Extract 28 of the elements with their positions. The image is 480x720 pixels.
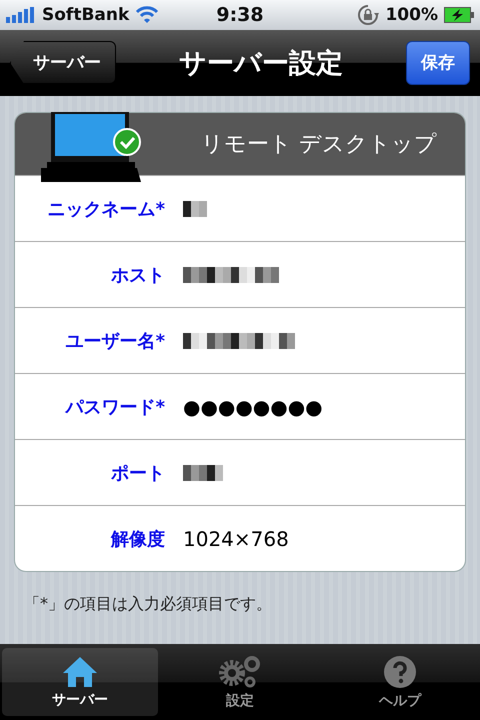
field-label: パスワード* (64, 396, 165, 418)
required-note: 「*」の項目は入力必須項目です。 (24, 594, 273, 615)
field-label: 解像度 (110, 528, 165, 550)
field-label: ユーザー名* (64, 330, 165, 352)
wifi-icon (135, 6, 160, 24)
screen-title: サーバー設定 (179, 46, 343, 80)
pixelated-value (183, 464, 223, 480)
field-label: ポート (110, 462, 165, 484)
tab[interactable]: ヘルプ (322, 648, 478, 716)
back-button[interactable]: サーバー (10, 41, 116, 84)
field-value[interactable]: 1024×768 (183, 526, 289, 550)
clock-time: 9:38 (216, 4, 264, 26)
carrier-name: SoftBank (42, 5, 130, 25)
save-button[interactable]: 保存 (406, 40, 470, 84)
tab[interactable]: サーバー (2, 648, 158, 716)
card-title: リモート デスクトップ (201, 131, 437, 159)
rotation-lock-icon (357, 4, 380, 26)
battery-charging-icon (444, 7, 474, 23)
help-icon (383, 654, 417, 688)
tab[interactable]: 設定 (162, 648, 318, 716)
gears-icon (218, 654, 262, 688)
battery-percent: 100% (385, 5, 438, 25)
field-label: ホスト (110, 264, 165, 286)
pixelated-value (183, 200, 207, 216)
signal-icon (6, 7, 36, 23)
house-icon (62, 656, 98, 688)
field-label: ニックネーム* (46, 198, 165, 220)
field-value[interactable]: ●●●●●●●● (183, 394, 323, 418)
